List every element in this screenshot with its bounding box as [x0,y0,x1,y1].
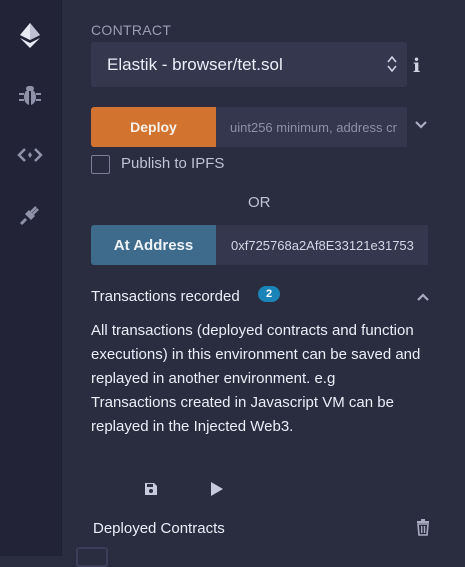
contract-select-value: Elastik - browser/tet.sol [107,54,283,74]
at-address-value: 0xf725768a2Af8E33121e31753 [231,237,414,253]
bug-icon[interactable] [13,78,47,112]
transactions-recorded-title[interactable]: Transactions recorded [91,288,240,305]
play-icon[interactable] [210,481,224,497]
partial-bottom-element [76,547,108,567]
deploy-params-placeholder: uint256 minimum, address cr [230,119,397,135]
save-icon[interactable] [144,482,158,496]
plug-icon[interactable] [13,198,47,232]
info-icon[interactable]: i [413,55,420,77]
contract-select[interactable]: Elastik - browser/tet.sol [91,42,407,87]
trash-icon[interactable] [416,519,430,536]
contract-section-label: CONTRACT [91,22,172,38]
select-arrows-icon [387,55,397,73]
deploy-params-input[interactable]: uint256 minimum, address cr [216,107,407,147]
deploy-button[interactable]: Deploy [91,107,216,147]
chevron-up-icon[interactable] [416,292,430,302]
icon-sidebar [0,0,62,556]
ethereum-deploy-icon[interactable] [13,18,47,52]
at-address-button[interactable]: At Address [91,225,216,265]
transactions-description: All transactions (deployed contracts and… [91,322,421,435]
publish-ipfs-label: Publish to IPFS [121,155,225,172]
deployed-contracts-title: Deployed Contracts [93,520,225,537]
code-arrows-icon[interactable] [13,138,47,172]
or-divider-label: OR [248,194,271,211]
publish-ipfs-checkbox[interactable] [91,155,110,174]
chevron-down-icon[interactable] [414,120,428,130]
at-address-input[interactable]: 0xf725768a2Af8E33121e31753 [216,225,428,265]
transactions-count-badge: 2 [258,286,280,302]
